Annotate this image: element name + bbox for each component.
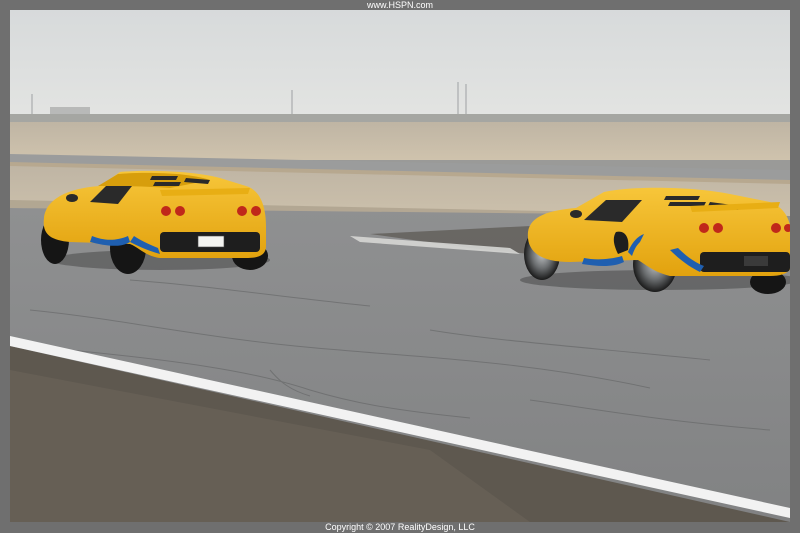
copyright-caption: Copyright © 2007 RealityDesign, LLC (325, 522, 475, 532)
far-field (10, 122, 790, 160)
left-car-license-plate (197, 235, 225, 248)
distant-building (50, 107, 90, 115)
sky (10, 10, 790, 120)
race-track-photo (10, 10, 790, 522)
site-url-caption: www.HSPN.com (366, 0, 433, 10)
